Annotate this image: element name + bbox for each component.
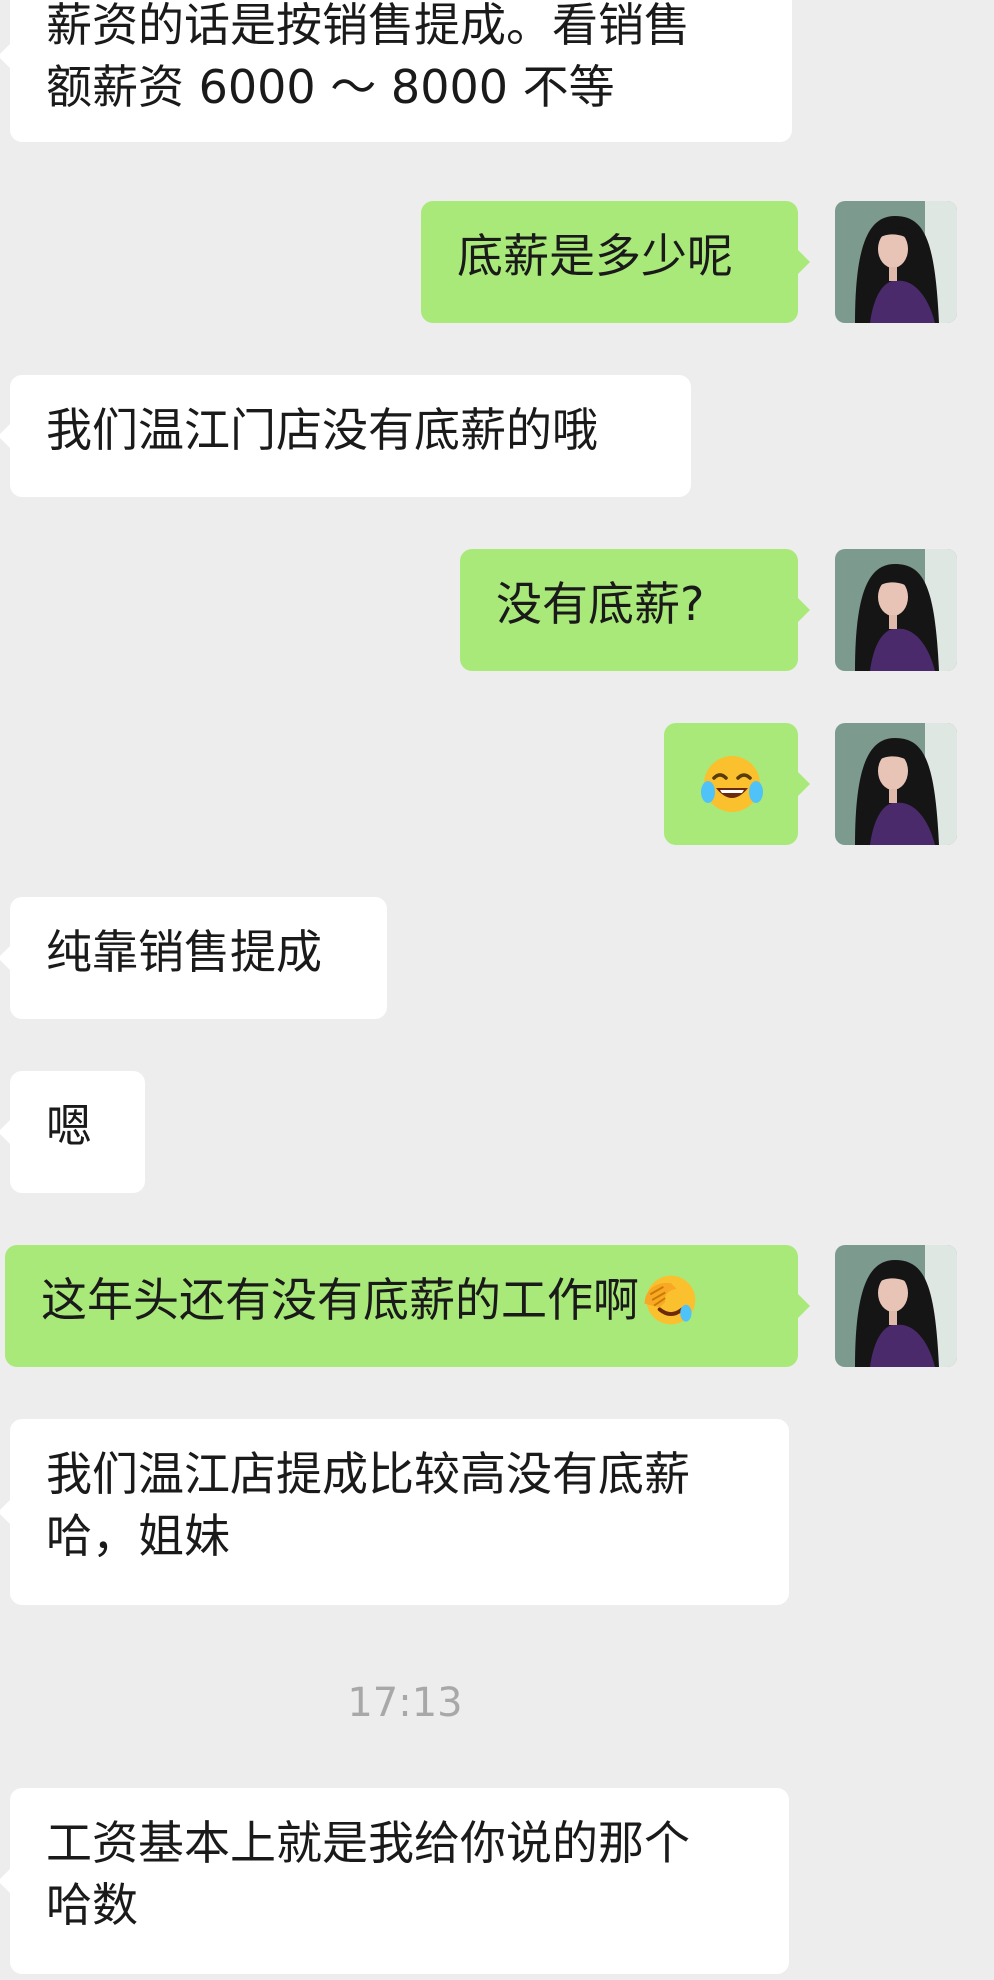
sent-emoji-message[interactable] bbox=[664, 723, 810, 845]
avatar-portrait-icon bbox=[835, 1245, 957, 1367]
avatar-portrait-icon bbox=[835, 201, 957, 323]
sent-message[interactable]: 没有底薪? bbox=[460, 549, 810, 671]
message-text: 这年头还有没有底薪的工作啊 bbox=[41, 1273, 639, 1327]
received-message[interactable]: 嗯 bbox=[0, 1071, 145, 1193]
message-text: 我们温江店提成比较高没有底薪 哈，姐妹 bbox=[46, 1447, 690, 1563]
message-text: 嗯 bbox=[46, 1099, 92, 1153]
user-avatar[interactable] bbox=[835, 1245, 957, 1367]
received-message[interactable]: 薪资的话是按销售提成。看销售 额薪资 6000 ～ 8000 不等 bbox=[0, 0, 792, 142]
avatar-portrait-icon bbox=[835, 549, 957, 671]
user-avatar[interactable] bbox=[835, 549, 957, 671]
message-text: 薪资的话是按销售提成。看销售 额薪资 6000 ～ 8000 不等 bbox=[46, 0, 690, 114]
message-text: 我们温江门店没有底薪的哦 bbox=[46, 403, 598, 457]
face-palm-emoji-icon bbox=[644, 1275, 696, 1324]
received-message[interactable]: 我们温江店提成比较高没有底薪 哈，姐妹 bbox=[0, 1419, 789, 1605]
user-avatar[interactable] bbox=[835, 201, 957, 323]
face-with-tears-of-joy-icon bbox=[701, 755, 763, 812]
received-message[interactable]: 纯靠销售提成 bbox=[0, 897, 387, 1019]
message-text: 工资基本上就是我给你说的那个 哈数 bbox=[46, 1816, 690, 1932]
sent-message[interactable]: 这年头还有没有底薪的工作啊 bbox=[5, 1245, 810, 1367]
message-text: 纯靠销售提成 bbox=[46, 925, 322, 979]
user-avatar[interactable] bbox=[835, 723, 957, 845]
avatar-portrait-icon bbox=[835, 723, 957, 845]
received-message[interactable]: 工资基本上就是我给你说的那个 哈数 bbox=[0, 1788, 789, 1974]
message-text: 没有底薪? bbox=[496, 577, 705, 631]
message-timestamp: 17:13 bbox=[347, 1680, 463, 1726]
message-text: 底薪是多少呢 bbox=[457, 229, 733, 283]
chat-view: 薪资的话是按销售提成。看销售 额薪资 6000 ～ 8000 不等 底薪是多少呢… bbox=[0, 0, 994, 1980]
received-message[interactable]: 我们温江门店没有底薪的哦 bbox=[0, 375, 691, 497]
sent-message[interactable]: 底薪是多少呢 bbox=[421, 201, 810, 323]
